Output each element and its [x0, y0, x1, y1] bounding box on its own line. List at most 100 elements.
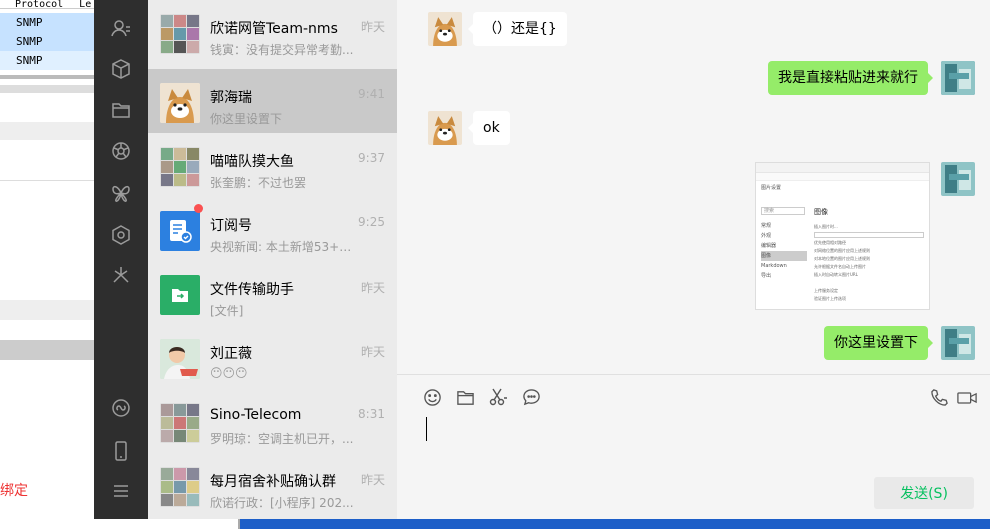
divider — [0, 300, 94, 320]
preview-menu-item: Markdown — [761, 263, 787, 269]
chat-time: 昨天 — [360, 20, 385, 34]
phone-call-icon[interactable] — [929, 387, 949, 407]
chat-time: 9:25 — [358, 215, 385, 229]
taskbar — [238, 519, 990, 529]
preview-menu-item: 常规 — [761, 223, 772, 229]
group-avatar — [160, 14, 200, 54]
preview-search: 搜索 — [761, 207, 805, 215]
video-call-icon[interactable] — [957, 387, 977, 407]
preview-option: 允许根据文件名自动上传图片 — [814, 264, 866, 269]
length-column-header[interactable]: Le — [63, 0, 91, 10]
chat-preview: 钱寅：没有提交异常考勤... — [210, 43, 354, 57]
my-avatar[interactable] — [941, 326, 975, 360]
menu-icon[interactable] — [111, 481, 131, 501]
preview-option: 上传服务设定 — [814, 288, 838, 293]
subscription-avatar — [160, 211, 200, 251]
packet-row[interactable]: SNMP — [0, 32, 94, 51]
chat-list: 欣诺网管Team-nms 昨天 钱寅：没有提交异常考勤... 郭海瑞 9:41 … — [148, 0, 397, 519]
chat-item-selected[interactable]: 郭海瑞 9:41 你这里设置下 — [148, 69, 397, 133]
message-bubble[interactable]: 我是直接粘贴进来就行 — [768, 61, 933, 95]
group-avatar — [160, 403, 200, 443]
contact-avatar[interactable] — [428, 111, 462, 145]
input-area: 发送(S) — [397, 374, 990, 519]
message-bubble[interactable]: （）还是{} — [468, 12, 567, 46]
chat-name: 郭海瑞 — [210, 90, 252, 106]
nav-sidebar — [94, 0, 148, 519]
my-avatar[interactable] — [941, 61, 975, 95]
my-avatar[interactable] — [941, 162, 975, 196]
packet-row[interactable]: SNMP — [0, 51, 94, 70]
background-app: Protocol Le SNMP SNMP SNMP 绑定 — [0, 0, 94, 529]
chat-name: 喵喵队摸大鱼 — [210, 154, 294, 170]
chat-item[interactable]: 文件传输助手 昨天 [文件] — [148, 261, 397, 325]
preview-menu-item: 外观 — [761, 233, 772, 239]
chat-history-icon[interactable] — [521, 387, 541, 407]
chat-window: （）还是{} 我是直接粘贴进来就行 ok 图片设置 搜索 常规 外观 编辑器 图… — [397, 0, 990, 519]
preview-option: 插入时自动转义图片URL — [814, 272, 858, 277]
chat-preview: 央视新闻: 本土新增53+2... — [210, 240, 358, 254]
red-label: 绑定 — [0, 483, 28, 499]
chat-item[interactable]: Sino-Telecom 8:31 罗明琼：空调主机已开，... — [148, 389, 397, 453]
mini-program-icon[interactable] — [111, 398, 131, 418]
contacts-icon[interactable] — [111, 18, 131, 38]
chat-preview: 张奎鹏：不过也罢 — [210, 176, 307, 190]
message-area: （）还是{} 我是直接粘贴进来就行 ok 图片设置 搜索 常规 外观 编辑器 图… — [397, 0, 990, 374]
chat-item[interactable]: 欣诺网管Team-nms 昨天 钱寅：没有提交异常考勤... — [148, 0, 397, 64]
butterfly-icon[interactable] — [111, 183, 131, 203]
chat-name: 文件传输助手 — [210, 282, 294, 298]
unread-badge — [194, 204, 203, 213]
chat-item[interactable]: 每月宿舍补贴确认群 昨天 欣诺行政：[小程序] 202... — [148, 453, 397, 517]
sparkle-icon[interactable] — [111, 265, 131, 285]
chat-name: 每月宿舍补贴确认群 — [210, 474, 336, 490]
file-transfer-avatar — [160, 275, 200, 315]
divider — [0, 75, 94, 79]
contact-avatar[interactable] — [428, 12, 462, 46]
phone-icon[interactable] — [111, 441, 131, 461]
group-avatar — [160, 147, 200, 187]
chat-name: 刘正薇 — [210, 346, 252, 362]
preview-option: 对本地位置的图片应用上述规则 — [814, 256, 870, 261]
chat-name: 欣诺网管Team-nms — [210, 21, 338, 37]
preview-heading: 图片设置 — [761, 185, 782, 191]
text-cursor[interactable] — [426, 417, 427, 441]
chat-preview: 你这里设置下 — [210, 112, 283, 126]
packet-row[interactable]: SNMP — [0, 13, 94, 32]
chat-name: Sino-Telecom — [210, 407, 302, 423]
dog-avatar — [160, 83, 200, 123]
chat-preview: [文件] — [210, 304, 244, 318]
folder-icon[interactable] — [455, 387, 475, 407]
message-bubble[interactable]: 你这里设置下 — [824, 326, 933, 360]
message-bubble[interactable]: ok — [468, 111, 510, 145]
preview-option: 验证图片上传选项 — [814, 296, 846, 301]
protocol-column-header[interactable]: Protocol — [0, 0, 63, 10]
preview-menu-item: 图像 — [761, 251, 807, 261]
person-avatar — [160, 339, 200, 379]
chat-time: 昨天 — [360, 345, 385, 359]
divider — [0, 340, 94, 360]
chat-time: 9:37 — [358, 151, 385, 165]
chat-time: 昨天 — [360, 281, 385, 295]
aperture-icon[interactable] — [111, 141, 131, 161]
send-button[interactable]: 发送(S) — [874, 477, 974, 509]
image-message[interactable]: 图片设置 搜索 常规 外观 编辑器 图像 Markdown 导出 图像 插入图片… — [755, 162, 930, 310]
preview-menu-item: 导出 — [761, 273, 772, 279]
emoji-icon[interactable] — [422, 387, 442, 407]
divider — [0, 85, 94, 93]
chat-preview: 😶😶😶 — [210, 366, 248, 380]
packet-list-header: Protocol Le — [0, 0, 94, 10]
chat-item[interactable]: 喵喵队摸大鱼 9:37 张奎鹏：不过也罢 — [148, 133, 397, 197]
chat-time: 8:31 — [358, 407, 385, 421]
scissors-icon[interactable] — [488, 387, 508, 407]
preview-option: 对网络位置的图片应用上述规则 — [814, 248, 870, 253]
divider — [0, 122, 94, 140]
hexagon-icon[interactable] — [111, 225, 131, 245]
folder-icon[interactable] — [111, 100, 131, 120]
chat-time: 9:41 — [358, 87, 385, 101]
cube-icon[interactable] — [111, 59, 131, 79]
chat-name: 订阅号 — [210, 218, 252, 234]
chat-item[interactable]: 刘正薇 昨天 😶😶😶 — [148, 325, 397, 389]
group-avatar — [160, 467, 200, 507]
chat-item[interactable]: 订阅号 9:25 央视新闻: 本土新增53+2... — [148, 197, 397, 261]
chat-time: 昨天 — [360, 473, 385, 487]
divider — [0, 180, 94, 181]
